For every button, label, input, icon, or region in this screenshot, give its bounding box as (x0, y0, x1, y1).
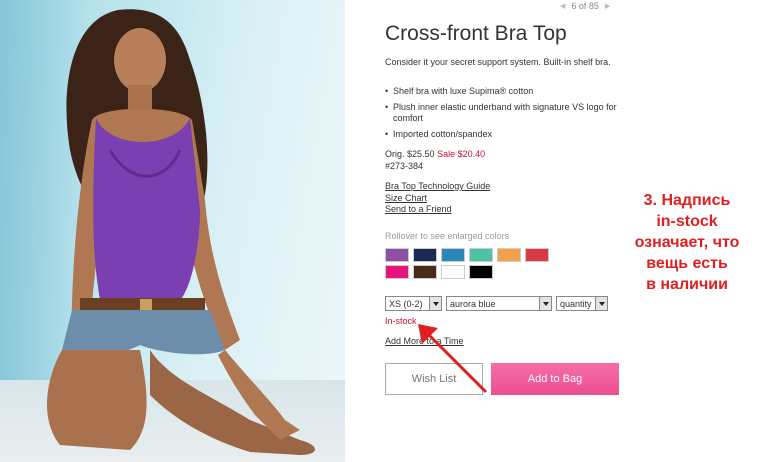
product-title: Cross-front Bra Top (385, 22, 567, 45)
product-description: Consider it your secret support system. … (385, 57, 611, 67)
technology-guide-link[interactable]: Bra Top Technology Guide (385, 181, 490, 193)
color-swatch[interactable] (441, 248, 465, 262)
chevron-down-icon[interactable] (539, 297, 551, 310)
product-price: Orig. $25.50 Sale $20.40 (385, 149, 485, 160)
product-sku: #273-384 (385, 161, 424, 171)
color-swatch[interactable] (469, 248, 493, 262)
product-options: XS (0-2) aurora blue quantity (385, 296, 608, 311)
chevron-left-icon[interactable]: ◀ (560, 2, 565, 10)
color-swatch[interactable] (441, 265, 465, 279)
annotation-line: in-stock (656, 213, 718, 230)
quantity-select[interactable]: quantity (556, 296, 608, 311)
annotation-line: в наличии (646, 276, 728, 293)
color-swatch[interactable] (525, 248, 549, 262)
color-select-value: aurora blue (450, 298, 496, 309)
product-pager: ◀ 6 of 85 ▶ (560, 0, 610, 12)
chevron-down-icon[interactable] (595, 297, 607, 310)
color-swatch[interactable] (413, 248, 437, 262)
price-sale: Sale $20.40 (437, 149, 486, 159)
color-swatch[interactable] (469, 265, 493, 279)
color-swatches (385, 248, 575, 279)
rollover-hint: Rollover to see enlarged colors (385, 231, 510, 241)
size-select[interactable]: XS (0-2) (385, 296, 442, 311)
feature-item: Imported cotton/spandex (385, 129, 630, 140)
chevron-down-icon[interactable] (429, 297, 441, 310)
color-swatch[interactable] (385, 248, 409, 262)
send-to-friend-link[interactable]: Send to a Friend (385, 204, 490, 216)
size-select-value: XS (0-2) (389, 298, 423, 309)
quantity-select-value: quantity (560, 298, 592, 309)
annotation-arrow-icon (418, 324, 488, 394)
annotation-line: 3. Надпись (643, 192, 731, 209)
feature-item: Shelf bra with luxe Supima® cotton (385, 86, 630, 97)
chevron-right-icon[interactable]: ▶ (605, 2, 610, 10)
product-features: Shelf bra with luxe Supima® cotton Plush… (385, 86, 630, 145)
add-to-bag-button[interactable]: Add to Bag (491, 363, 619, 395)
annotation-text: 3. Надпись in-stock означает, что вещь е… (612, 190, 762, 295)
price-orig: $25.50 (407, 149, 435, 159)
color-select[interactable]: aurora blue (446, 296, 552, 311)
annotation-line: означает, что (634, 234, 740, 251)
color-swatch[interactable] (413, 265, 437, 279)
model-illustration (47, 9, 315, 455)
size-chart-link[interactable]: Size Chart (385, 193, 490, 205)
product-links: Bra Top Technology Guide Size Chart Send… (385, 181, 490, 216)
annotation-line: вещь есть (646, 255, 728, 272)
product-photo (0, 0, 345, 462)
feature-item: Plush inner elastic underband with signa… (385, 102, 630, 124)
pager-text: 6 of 85 (571, 1, 599, 11)
price-orig-label: Orig. (385, 149, 405, 159)
color-swatch[interactable] (497, 248, 521, 262)
color-swatch[interactable] (385, 265, 409, 279)
